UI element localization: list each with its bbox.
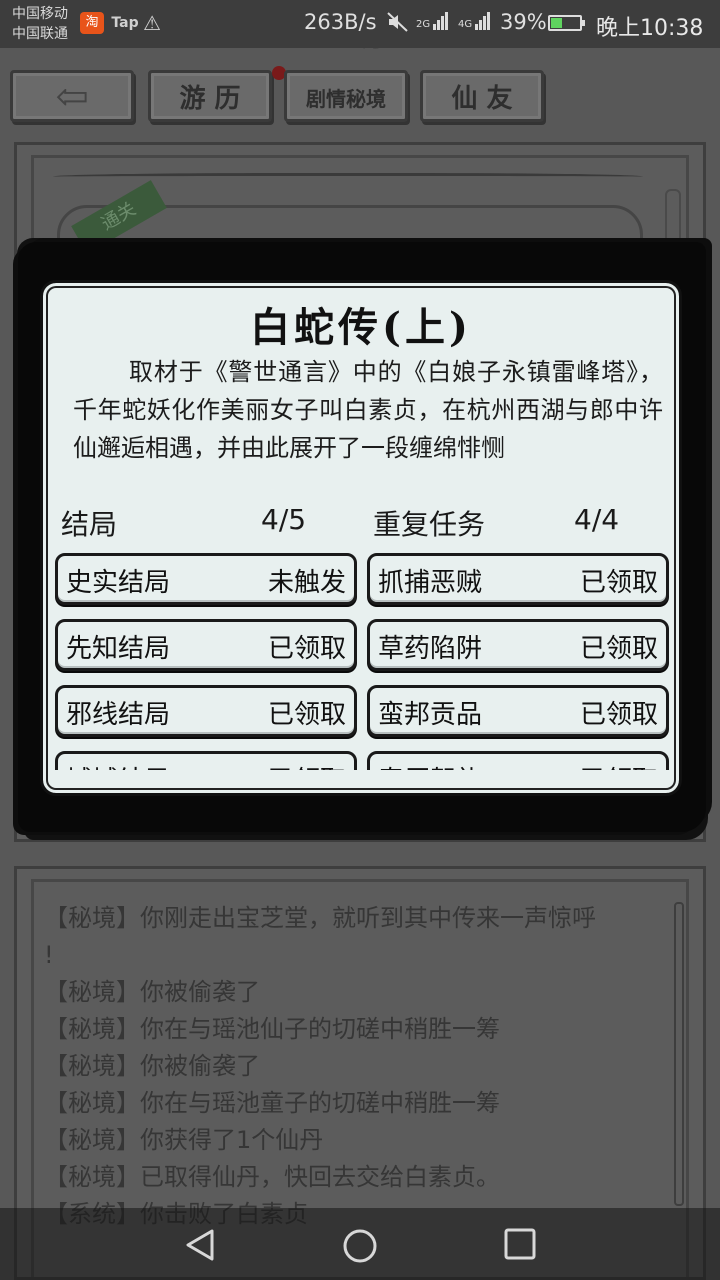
carrier-2: 中国联通 <box>12 26 68 42</box>
ending-status: 已领取 <box>267 700 346 730</box>
taobao-icon: 淘 <box>80 12 104 34</box>
tab-travel[interactable]: 游 历 <box>148 70 272 122</box>
ending-status: 未触发 <box>267 568 346 598</box>
task-item[interactable]: 寿辰贺礼 已领取 <box>367 751 669 770</box>
battery-icon <box>548 15 585 31</box>
signal-2g-label: 2G <box>416 19 431 30</box>
log-line: 【秘境】你获得了1个仙丹 <box>44 1126 324 1154</box>
back-button[interactable]: ⇦ <box>10 70 134 122</box>
endings-label: 结局 <box>61 508 118 541</box>
ending-name: 先知结局 <box>66 634 171 664</box>
battery-percent: 39% <box>500 10 547 34</box>
task-status: 已领取 <box>579 568 658 598</box>
log-line: 【秘境】你被偷袭了 <box>44 978 260 1006</box>
log-line: 【秘境】你在与瑶池仙子的切磋中稍胜一筹 <box>44 1015 500 1043</box>
task-item[interactable]: 蛮邦贡品 已领取 <box>367 685 669 737</box>
task-name: 草药陷阱 <box>378 634 483 664</box>
task-item[interactable]: 草药陷阱 已领取 <box>367 619 669 671</box>
ending-item[interactable]: 邪线结局 已领取 <box>55 685 357 737</box>
story-detail-dialog: 白蛇传(上) 取材于《警世通言》中的《白娘子永镇雷峰塔》，千年蛇妖化作美丽女子叫… <box>40 280 682 796</box>
message-log: 【秘境】你刚走出宝芝堂，就听到其中传来一声惊呼 ! 【秘境】你被偷袭了 【秘境】… <box>44 900 674 1233</box>
log-line: 【秘境】你刚走出宝芝堂，就听到其中传来一声惊呼 <box>44 904 596 932</box>
task-status: 已领取 <box>579 700 658 730</box>
signal-2g-icon: 2G <box>416 12 449 30</box>
system-navigation-bar <box>0 1208 720 1280</box>
task-name: 寿辰贺礼 <box>378 760 482 770</box>
task-name: 抓捕恶贼 <box>378 568 483 598</box>
ending-item[interactable]: 城城结局 已领取 <box>55 751 357 770</box>
achievement-list[interactable]: 史实结局 未触发 先知结局 已领取 邪线结局 已领取 城城结局 已领取 抓捕恶贼… <box>55 553 673 770</box>
signal-4g-label: 4G <box>458 19 473 30</box>
log-line: ! <box>44 941 54 969</box>
carrier-1: 中国移动 <box>12 6 68 22</box>
dialog-title: 白蛇传(上) <box>250 304 472 351</box>
endings-count: 4/5 <box>261 503 307 536</box>
mute-icon <box>386 10 410 39</box>
ending-item[interactable]: 史实结局 未触发 <box>55 553 357 605</box>
ending-name: 史实结局 <box>66 568 171 598</box>
network-speed: 263B/s <box>304 10 377 34</box>
ending-status: 已领取 <box>267 634 346 664</box>
clock: 晚上10:38 <box>596 16 704 41</box>
log-line: 【秘境】你被偷袭了 <box>44 1052 260 1080</box>
carrier-info: 中国移动 中国联通 <box>12 4 68 44</box>
repeat-tasks-count: 4/4 <box>574 503 620 536</box>
endings-column: 史实结局 未触发 先知结局 已领取 邪线结局 已领取 城城结局 已领取 <box>55 553 357 770</box>
signal-4g-icon: 4G <box>458 12 491 30</box>
taptap-icon: Tap <box>111 15 139 31</box>
log-line: 【秘境】你在与瑶池童子的切磋中稍胜一筹 <box>44 1089 500 1117</box>
task-status: 已领取 <box>579 634 658 664</box>
warning-icon: ⚠ <box>143 11 161 35</box>
back-icon[interactable] <box>184 1228 216 1266</box>
tab-friends[interactable]: 仙 友 <box>420 70 544 122</box>
ending-name: 城城结局 <box>66 760 170 770</box>
log-line: 【秘境】已取得仙丹，快回去交给白素贞。 <box>44 1163 500 1191</box>
top-navigation: ⇦ 游 历 剧情秘境 仙 友 <box>10 66 710 126</box>
status-bar: 中国移动 中国联通 淘 Tap ⚠ 263B/s 2G 4G 39% 晚上10:… <box>0 0 720 48</box>
repeat-tasks-label: 重复任务 <box>373 508 486 541</box>
log-scrollbar[interactable] <box>674 902 684 1206</box>
ending-item[interactable]: 先知结局 已领取 <box>55 619 357 671</box>
ending-name: 邪线结局 <box>66 700 171 730</box>
task-item[interactable]: 抓捕恶贼 已领取 <box>367 553 669 605</box>
home-icon[interactable] <box>342 1228 378 1268</box>
task-name: 蛮邦贡品 <box>378 700 483 730</box>
task-status: 已领取 <box>580 760 658 770</box>
story-description: 取材于《警世通言》中的《白娘子永镇雷峰塔》，千年蛇妖化作美丽女子叫白素贞，在杭州… <box>73 358 663 462</box>
recent-apps-icon[interactable] <box>504 1228 536 1264</box>
repeat-tasks-column: 抓捕恶贼 已领取 草药陷阱 已领取 蛮邦贡品 已领取 寿辰贺礼 已领取 <box>367 553 669 770</box>
tab-story-realm[interactable]: 剧情秘境 <box>284 70 408 122</box>
panel-divider <box>53 173 643 182</box>
back-arrow-icon: ⇦ <box>55 73 89 120</box>
ending-status: 已领取 <box>268 760 346 770</box>
